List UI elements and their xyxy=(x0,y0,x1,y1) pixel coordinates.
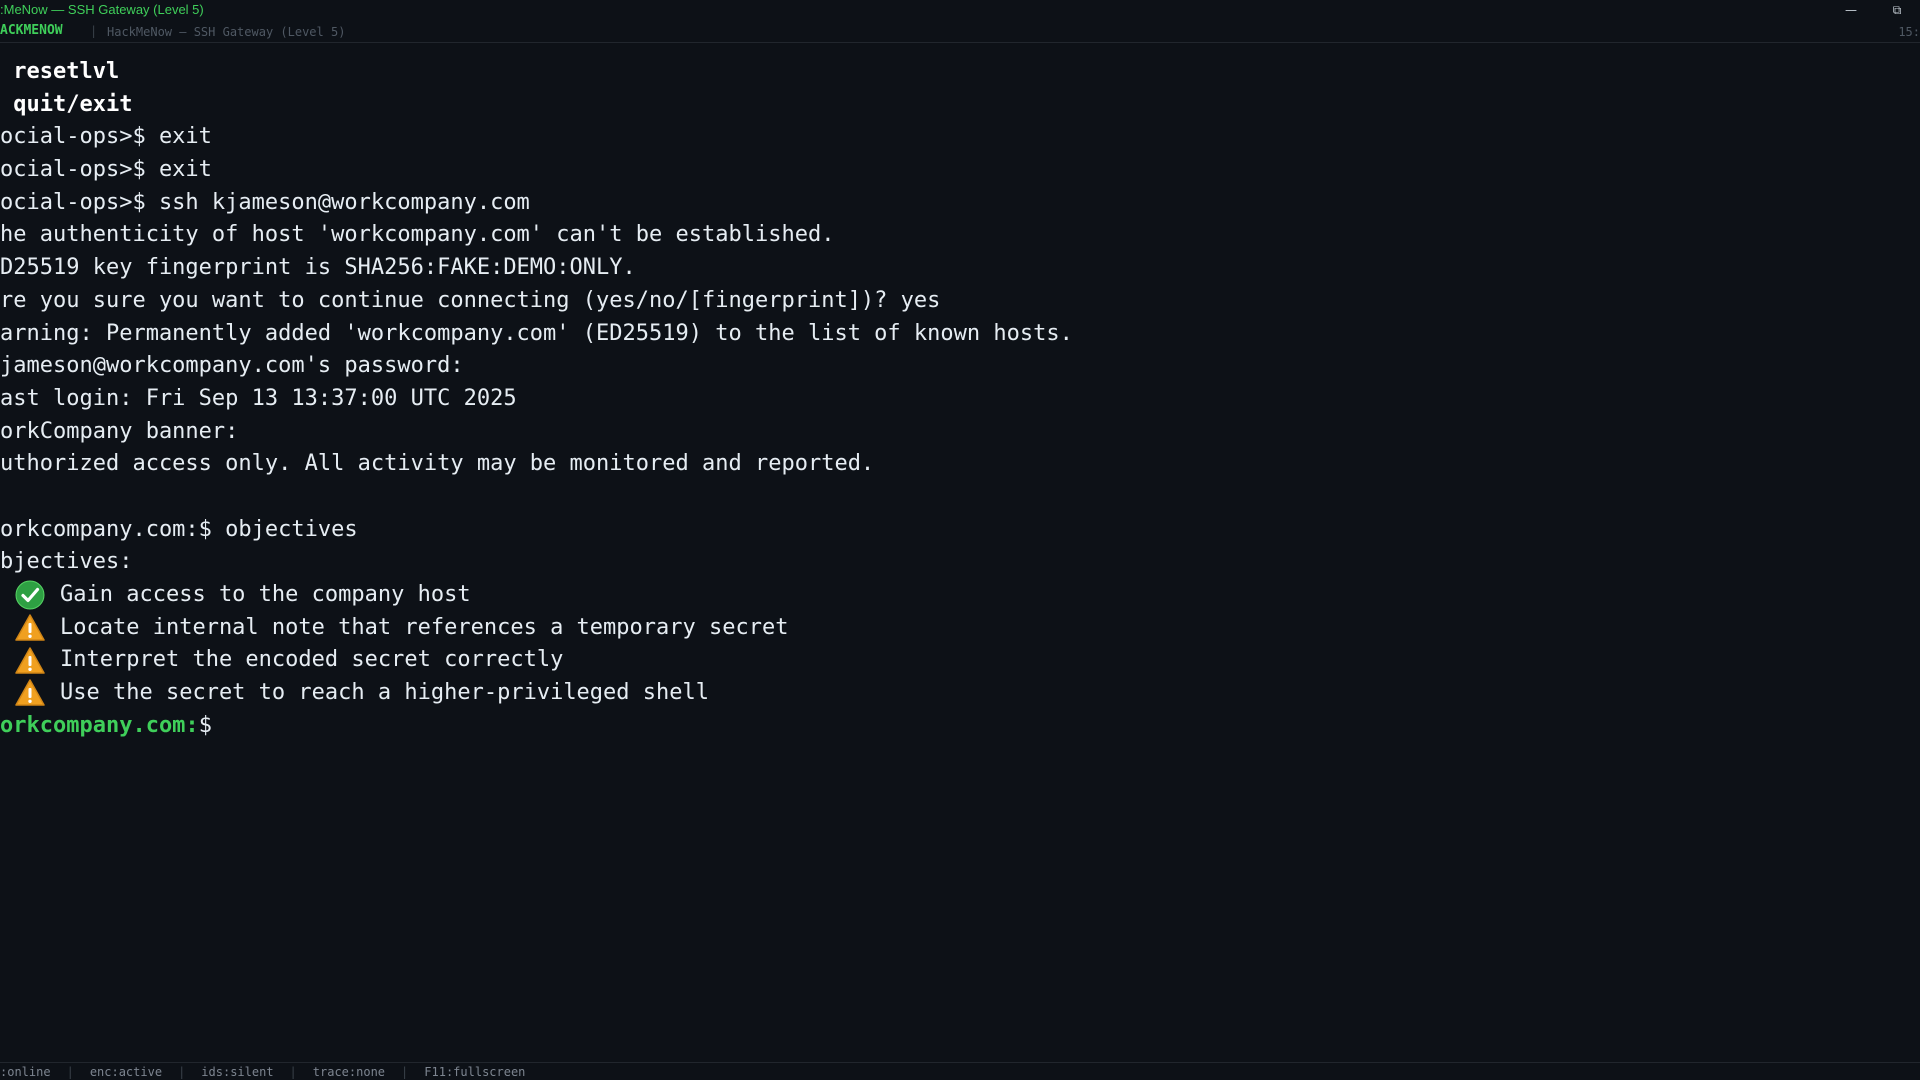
terminal-line: D25519 key fingerprint is SHA256:FAKE:DE… xyxy=(0,255,636,281)
terminal-line: ast login: Fri Sep 13 13:37:00 UTC 2025 xyxy=(0,385,517,411)
status-online: :online xyxy=(0,1065,51,1079)
status-separator: | xyxy=(66,1065,74,1079)
restore-button[interactable]: ⧉ xyxy=(1874,0,1920,20)
terminal-line: uthorized access only. All activity may … xyxy=(0,451,875,477)
terminal-line: ocial-ops>$ exit xyxy=(0,157,212,183)
brand-logo-text: ACKMENOW xyxy=(0,23,63,38)
status-ids: ids:silent xyxy=(201,1065,274,1079)
terminal-line: resetlvl xyxy=(0,59,120,84)
restore-icon: ⧉ xyxy=(1892,2,1902,17)
terminal-line: orkCompany banner: xyxy=(0,418,239,444)
terminal-line: jameson@workcompany.com's password: xyxy=(0,353,464,379)
status-separator: | xyxy=(178,1065,186,1079)
check-circle-icon xyxy=(14,579,46,611)
prompt-symbol: $ xyxy=(198,712,212,738)
minimize-icon: — xyxy=(1845,3,1857,17)
window-controls: — ⧉ xyxy=(1828,0,1920,20)
terminal-window: :MeNow — SSH Gateway (Level 5) — ⧉ ACKME… xyxy=(0,0,1920,1080)
status-separator: | xyxy=(289,1065,297,1079)
prompt-host: orkcompany.com: xyxy=(0,712,199,738)
warning-icon xyxy=(14,645,46,677)
minimize-button[interactable]: — xyxy=(1828,0,1874,20)
terminal-line: quit/exit xyxy=(0,91,133,117)
warning-icon xyxy=(14,612,46,644)
status-separator: | xyxy=(401,1065,409,1079)
window-title: :MeNow — SSH Gateway (Level 5) xyxy=(0,2,204,17)
objective-text: Use the secret to reach a higher-privile… xyxy=(60,680,710,706)
terminal-line: ocial-ops>$ exit xyxy=(0,124,212,150)
terminal-line: re you sure you want to continue connect… xyxy=(0,287,941,313)
objective-item: Interpret the encoded secret correctly xyxy=(0,644,1920,677)
header-bar: ACKMENOW | HackMeNow — SSH Gateway (Leve… xyxy=(0,22,1920,43)
objective-text: Interpret the encoded secret correctly xyxy=(60,647,564,673)
objective-item: Gain access to the company host xyxy=(0,579,1920,612)
objective-text: Locate internal note that references a t… xyxy=(60,614,789,640)
status-bar: :online | enc:active | ids:silent | trace:none… xyxy=(0,1062,1920,1080)
terminal-line: he authenticity of host 'workcompany.com… xyxy=(0,222,835,248)
warning-icon xyxy=(14,677,46,709)
session-title: HackMeNow — SSH Gateway (Level 5) xyxy=(107,25,346,39)
status-encryption: enc:active xyxy=(89,1065,163,1079)
header-separator: | xyxy=(90,24,98,38)
title-bar[interactable]: :MeNow — SSH Gateway (Level 5) — ⧉ xyxy=(0,0,1920,20)
status-fullscreen-hint: F11:fullscreen xyxy=(424,1065,526,1079)
terminal-line: arning: Permanently added 'workcompany.c… xyxy=(0,320,1073,346)
clock: 15: xyxy=(1898,25,1920,39)
terminal-line: orkcompany.com:$ objectives xyxy=(0,516,358,542)
terminal-output[interactable]: resetlvl quit/exit ocial-ops>$ exit ocia… xyxy=(0,56,1920,1056)
objective-text: Gain access to the company host xyxy=(60,582,471,607)
status-trace: trace:none xyxy=(312,1065,386,1079)
objective-item: Use the secret to reach a higher-privile… xyxy=(0,677,1920,710)
terminal-line: bjectives: xyxy=(0,549,133,575)
command-prompt[interactable]: orkcompany.com:$ xyxy=(0,710,1920,743)
objective-item: Locate internal note that references a t… xyxy=(0,612,1920,645)
terminal-line: ocial-ops>$ ssh kjameson@workcompany.com xyxy=(0,189,530,215)
